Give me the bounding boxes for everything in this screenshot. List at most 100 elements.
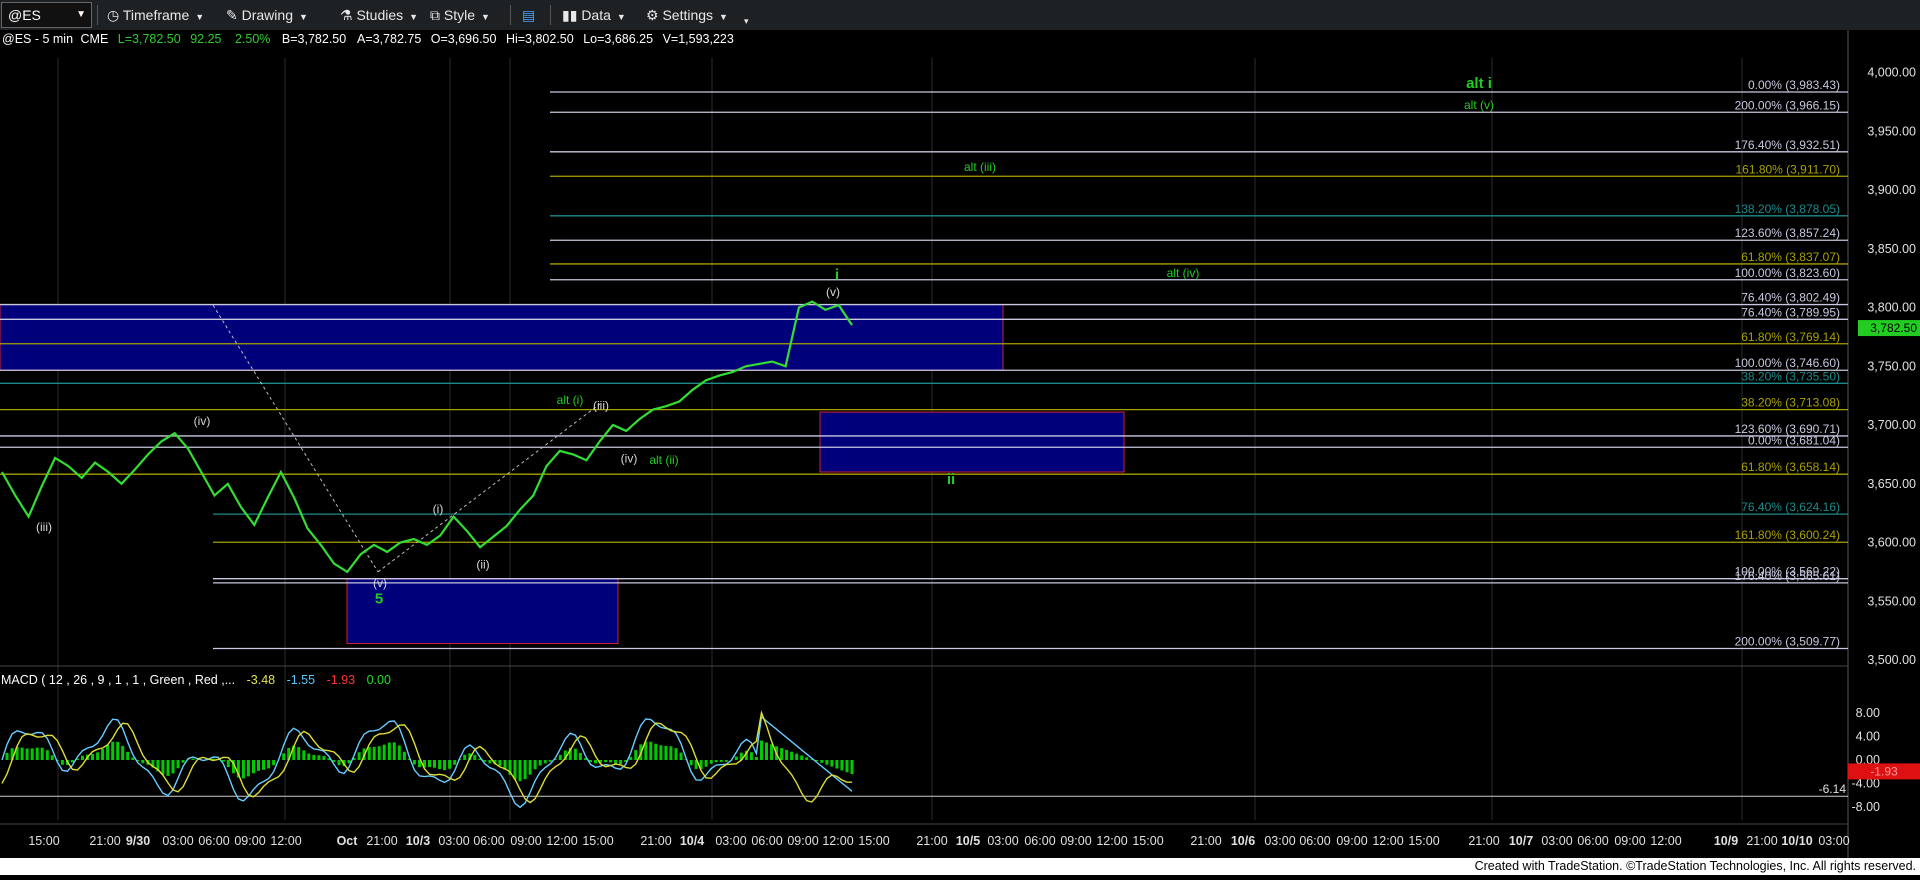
drawing-button[interactable]: ✎ Drawing ▼ (226, 4, 308, 26)
fib-label: 76.40% (3,802.49) (1741, 291, 1840, 305)
macd-tick-label: 4.00 (1856, 729, 1880, 743)
time-tick-label: Oct (337, 834, 359, 848)
time-tick-label: 15:00 (858, 834, 889, 848)
status-last: L=3,782.50 (118, 32, 181, 46)
time-tick-label: 03:00 (1818, 834, 1849, 848)
settings-button[interactable]: ⚙ Settings ▼ (646, 4, 728, 26)
wave-label: alt (ii) (649, 453, 678, 467)
price-chart[interactable]: 0.00% (3,983.43) 200.00% (3,966.15) 176.40… (0, 30, 1920, 875)
style-label: Style (443, 7, 476, 23)
last-price-label: 3,782.50 (1870, 321, 1917, 335)
clock-icon: ◷ (107, 7, 120, 23)
symbol-selector[interactable]: @ES ▼ (1, 2, 92, 28)
time-tick-label: 21:00 (1746, 834, 1777, 848)
data-button[interactable]: ▮▮ Data ▼ (562, 4, 626, 26)
macd-header: MACD ( 12 , 26 , 9 , 1 , 1 , Green , Red… (1, 673, 391, 687)
fib-label: 100.00% (3,823.60) (1735, 266, 1840, 280)
time-tick-label: 09:00 (234, 834, 265, 848)
panels-icon[interactable]: ▤ (522, 4, 535, 26)
data-label: Data (581, 7, 611, 23)
time-tick-label: 21:00 (916, 834, 947, 848)
time-tick-label: 21:00 (640, 834, 671, 848)
wave-label: i (835, 266, 839, 283)
chevron-down-icon: ▼ (616, 12, 626, 22)
time-tick-label: 21:00 (1190, 834, 1221, 848)
time-tick-label: 10/7 (1509, 834, 1533, 848)
time-tick-label: 15:00 (28, 834, 59, 848)
toolbar-divider (510, 5, 511, 25)
fib-label: 38.20% (3,735.50) (1741, 369, 1840, 383)
time-tick-label: 15:00 (582, 834, 613, 848)
studies-label: Studies (356, 7, 404, 23)
price-tick-label: 3,550.00 (1867, 594, 1916, 608)
chevron-down-icon: ▼ (195, 12, 205, 22)
status-exchange: CME (81, 32, 109, 46)
fib-label: 76.40% (3,624.16) (1741, 500, 1840, 514)
style-button[interactable]: ⧉ Style ▼ (430, 4, 490, 26)
status-pct: 2.50% (235, 32, 270, 46)
studies-button[interactable]: ⚗ Studies ▼ (340, 4, 418, 26)
time-tick-label: 12:00 (546, 834, 577, 848)
status-open: O=3,696.50 (431, 32, 497, 46)
chevron-down-icon: ▼ (76, 9, 86, 20)
status-high: Hi=3,802.50 (506, 32, 574, 46)
wave-label: alt (iv) (1167, 266, 1200, 280)
status-volume: V=1,593,223 (663, 32, 734, 46)
footer-copyright: Created with TradeStation. ©TradeStation… (1474, 859, 1916, 873)
time-tick-label: 06:00 (473, 834, 504, 848)
wave-label: alt (i) (557, 393, 584, 407)
macd-level-label: -6.14 (1819, 782, 1847, 796)
wave-ii-support-box (819, 411, 1125, 473)
fib-label: 61.80% (3,837.07) (1741, 250, 1840, 264)
time-tick-label: 12:00 (1096, 834, 1127, 848)
toolbar-overflow-icon[interactable]: ▾ (744, 10, 749, 32)
wave-label: (iii) (593, 399, 609, 413)
upper-target-box (0, 304, 1004, 371)
time-tick-label: 03:00 (1541, 834, 1572, 848)
macd-value-3: -1.93 (327, 673, 356, 687)
time-tick-label: 03:00 (1264, 834, 1295, 848)
chevron-down-icon: ▼ (298, 12, 308, 22)
fib-label: 161.80% (3,600.24) (1735, 528, 1840, 542)
time-tick-label: 12:00 (270, 834, 301, 848)
fib-label: 123.60% (3,857.24) (1735, 226, 1840, 240)
macd-label: MACD ( 12 , 26 , 9 , 1 , 1 , Green , Red… (1, 673, 235, 687)
price-tick-label: 3,900.00 (1867, 183, 1916, 197)
time-tick-label: 10/9 (1714, 834, 1738, 848)
time-tick-label: 03:00 (438, 834, 469, 848)
wave-label: (v) (826, 285, 840, 299)
time-tick-label: 10/4 (680, 834, 704, 848)
fib-label: 38.20% (3,713.08) (1741, 396, 1840, 410)
time-tick-label: 06:00 (1024, 834, 1055, 848)
fib-label: 0.00% (3,681.04) (1748, 433, 1840, 447)
pencil-icon: ✎ (226, 7, 238, 23)
wave-5-support-box (346, 578, 619, 645)
time-tick-label: 06:00 (198, 834, 229, 848)
footer: Created with TradeStation. ©TradeStation… (0, 858, 1920, 875)
time-tick-label: 9/30 (126, 834, 150, 848)
fib-label: 61.80% (3,769.14) (1741, 330, 1840, 344)
fib-label: 0.00% (3,983.43) (1748, 78, 1840, 92)
time-axis[interactable]: 15:00 21:00 9/30 03:00 06:00 09:00 12:00 Oct 21:… (28, 834, 1849, 848)
fib-label: 200.00% (3,509.77) (1735, 635, 1840, 649)
status-ask: A=3,782.75 (357, 32, 421, 46)
symbol-value: @ES (8, 7, 41, 23)
time-tick-label: 09:00 (787, 834, 818, 848)
chart-bars-icon: ▮▮ (562, 7, 578, 23)
wave-label: alt (iii) (964, 160, 996, 174)
status-symbol: @ES - 5 min (2, 32, 73, 46)
fib-label: 76.40% (3,789.95) (1741, 305, 1840, 319)
macd-current-label: -1.93 (1870, 764, 1898, 778)
flask-icon: ⚗ (340, 7, 353, 23)
time-tick-label: 03:00 (987, 834, 1018, 848)
time-tick-label: 06:00 (1577, 834, 1608, 848)
time-tick-label: 21:00 (1468, 834, 1499, 848)
fib-label: 61.80% (3,658.14) (1741, 460, 1840, 474)
timeframe-button[interactable]: ◷ Timeframe ▼ (107, 4, 204, 26)
wave-label: 5 (375, 591, 383, 608)
drawing-label: Drawing (241, 7, 293, 23)
time-tick-label: 10/5 (956, 834, 980, 848)
time-tick-label: 03:00 (162, 834, 193, 848)
status-change: 92.25 (190, 32, 221, 46)
time-tick-label: 10/10 (1781, 834, 1812, 848)
